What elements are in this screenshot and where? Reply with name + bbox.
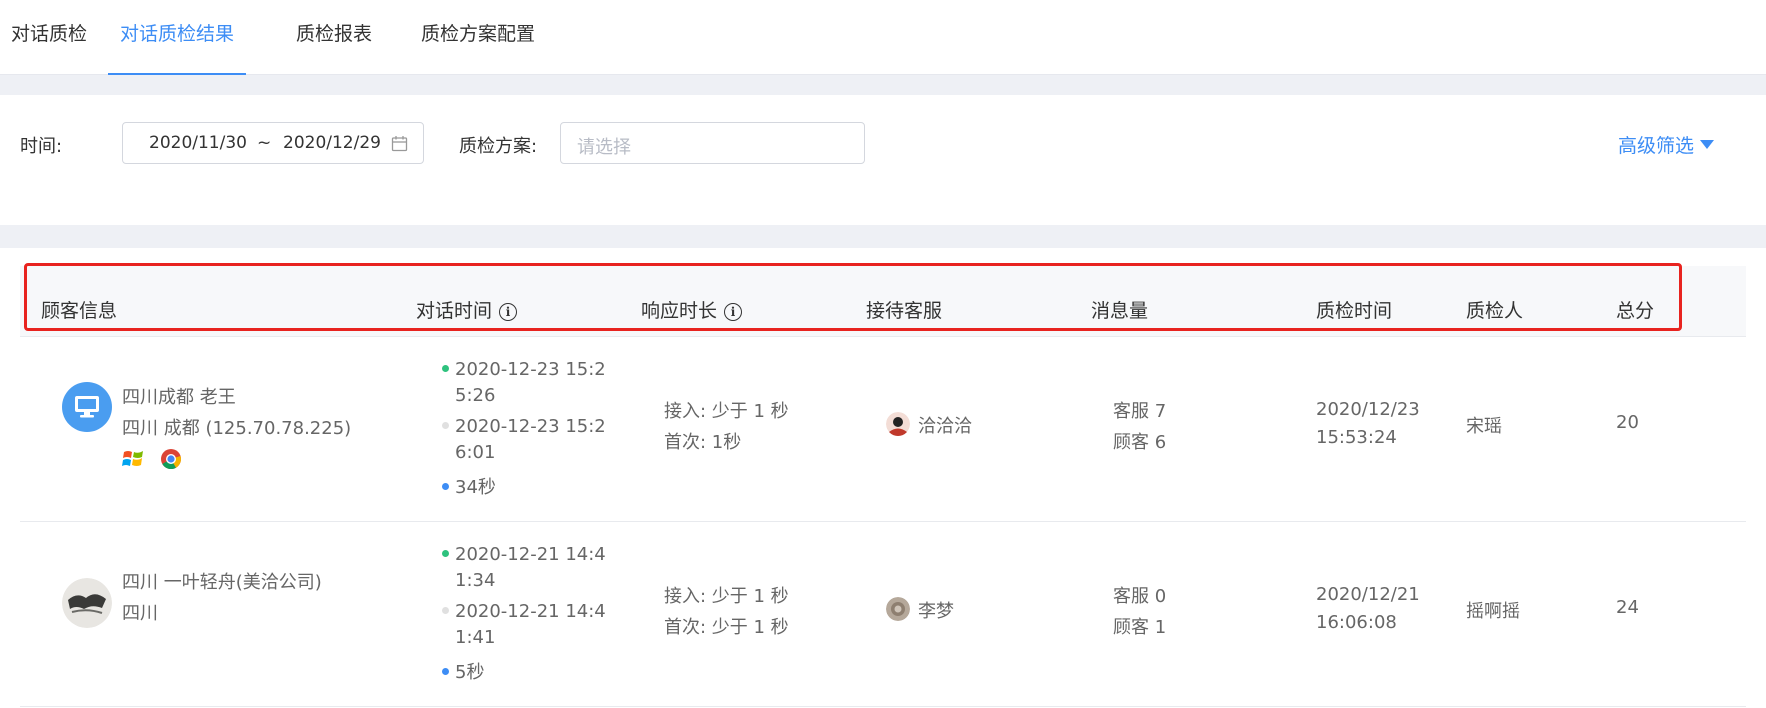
scheme-label: 质检方案: — [459, 136, 538, 157]
section-divider — [0, 225, 1766, 248]
computer-avatar — [62, 382, 112, 432]
qc-time: 15:53:24 — [1316, 427, 1397, 448]
response-access: 接入: 少于 1 秒 — [664, 586, 789, 607]
scheme-placeholder: 请选择 — [577, 137, 631, 158]
dialog-duration: 5秒 — [442, 658, 484, 684]
date-end: 2020/12/29 — [283, 133, 381, 153]
qc-date: 2020/12/23 — [1316, 399, 1420, 420]
tab-dialog-qc[interactable]: 对话质检 — [11, 0, 87, 73]
scheme-select[interactable]: 请选择 — [560, 122, 865, 164]
chrome-icon — [161, 449, 181, 470]
top-tabs: 对话质检 对话质检结果 质检报表 质检方案配置 — [0, 0, 1766, 75]
dialog-end-time: 2020-12-21 14:4 — [442, 601, 606, 622]
customer-avatar — [62, 578, 112, 628]
filter-panel: 时间: 2020/11/30 ~ 2020/12/29 质检方案: 请选择 高级… — [0, 95, 1766, 225]
total-score: 20 — [1616, 412, 1639, 433]
customer-name: 四川成都 老王 — [122, 387, 236, 408]
tab-dialog-qc-result[interactable]: 对话质检结果 — [108, 0, 247, 75]
agent-avatar — [886, 412, 910, 436]
result-table: 顾客信息 对话时间 i 响应时长 i 接待客服 消息量 质检时间 质检人 总分 四川… — [0, 248, 1766, 708]
response-first: 首次: 1秒 — [664, 432, 742, 453]
msg-agent-count: 客服 7 — [1113, 401, 1167, 422]
calendar-icon — [391, 136, 408, 152]
msg-customer-count: 顾客 1 — [1113, 617, 1167, 638]
tab-qc-report[interactable]: 质检报表 — [296, 0, 372, 73]
agent-name: 李梦 — [918, 601, 954, 622]
caret-down-icon — [1700, 140, 1715, 149]
header-highlight-box — [24, 263, 1682, 331]
response-access: 接入: 少于 1 秒 — [664, 401, 789, 422]
customer-location: 四川 成都 (125.70.78.225) — [122, 418, 352, 439]
advanced-filter-label: 高级筛选 — [1618, 135, 1695, 157]
response-first: 首次: 少于 1 秒 — [664, 617, 789, 638]
duration-value: 34秒 — [455, 477, 496, 498]
date-separator: ~ — [257, 133, 272, 153]
duration-dot — [442, 483, 449, 490]
agent-avatar — [886, 597, 910, 621]
start-time-part-1: 2020-12-21 14:4 — [455, 544, 606, 565]
tab-qc-scheme-config[interactable]: 质检方案配置 — [421, 0, 535, 73]
customer-location: 四川 — [122, 603, 158, 624]
inspector-name: 宋瑶 — [1466, 416, 1502, 437]
end-time-part-1: 2020-12-23 15:2 — [455, 416, 606, 437]
start-time-part-2: 5:26 — [455, 385, 496, 406]
end-time-part-2: 6:01 — [455, 442, 496, 463]
total-score: 24 — [1616, 597, 1639, 618]
msg-customer-count: 顾客 6 — [1113, 432, 1167, 453]
end-time-part-2: 1:41 — [455, 627, 496, 648]
start-dot — [442, 550, 449, 557]
monitor-icon — [75, 396, 99, 418]
end-dot — [442, 607, 449, 614]
qc-date: 2020/12/21 — [1316, 584, 1420, 605]
section-divider — [0, 75, 1766, 95]
start-time-part-1: 2020-12-23 15:2 — [455, 359, 606, 380]
duration-value: 5秒 — [455, 662, 485, 683]
table-row[interactable]: 四川 一叶轻舟(美洽公司) 四川 2020-12-21 14:4 1:34 20… — [20, 522, 1746, 707]
duration-dot — [442, 668, 449, 675]
dialog-start-time: 2020-12-23 15:2 — [442, 359, 606, 380]
msg-agent-count: 客服 0 — [1113, 586, 1167, 607]
table-row[interactable]: 四川成都 老王 四川 成都 (125.70.78.225) 2020-12-23… — [20, 337, 1746, 522]
dialog-start-time: 2020-12-21 14:4 — [442, 544, 606, 565]
date-start: 2020/11/30 — [149, 133, 247, 153]
date-range-picker[interactable]: 2020/11/30 ~ 2020/12/29 — [122, 122, 424, 164]
dialog-duration: 34秒 — [442, 473, 496, 499]
time-label: 时间: — [20, 136, 63, 157]
start-dot — [442, 365, 449, 372]
end-time-part-1: 2020-12-21 14:4 — [455, 601, 606, 622]
end-dot — [442, 422, 449, 429]
inspector-name: 摇啊摇 — [1466, 601, 1520, 622]
start-time-part-2: 1:34 — [455, 570, 496, 591]
qc-time: 16:06:08 — [1316, 612, 1397, 633]
customer-name: 四川 一叶轻舟(美洽公司) — [122, 572, 322, 593]
agent-name: 洽洽洽 — [918, 416, 972, 437]
advanced-filter-button[interactable]: 高级筛选 — [1618, 131, 1715, 158]
dialog-end-time: 2020-12-23 15:2 — [442, 416, 606, 437]
windows-icon — [122, 451, 143, 466]
